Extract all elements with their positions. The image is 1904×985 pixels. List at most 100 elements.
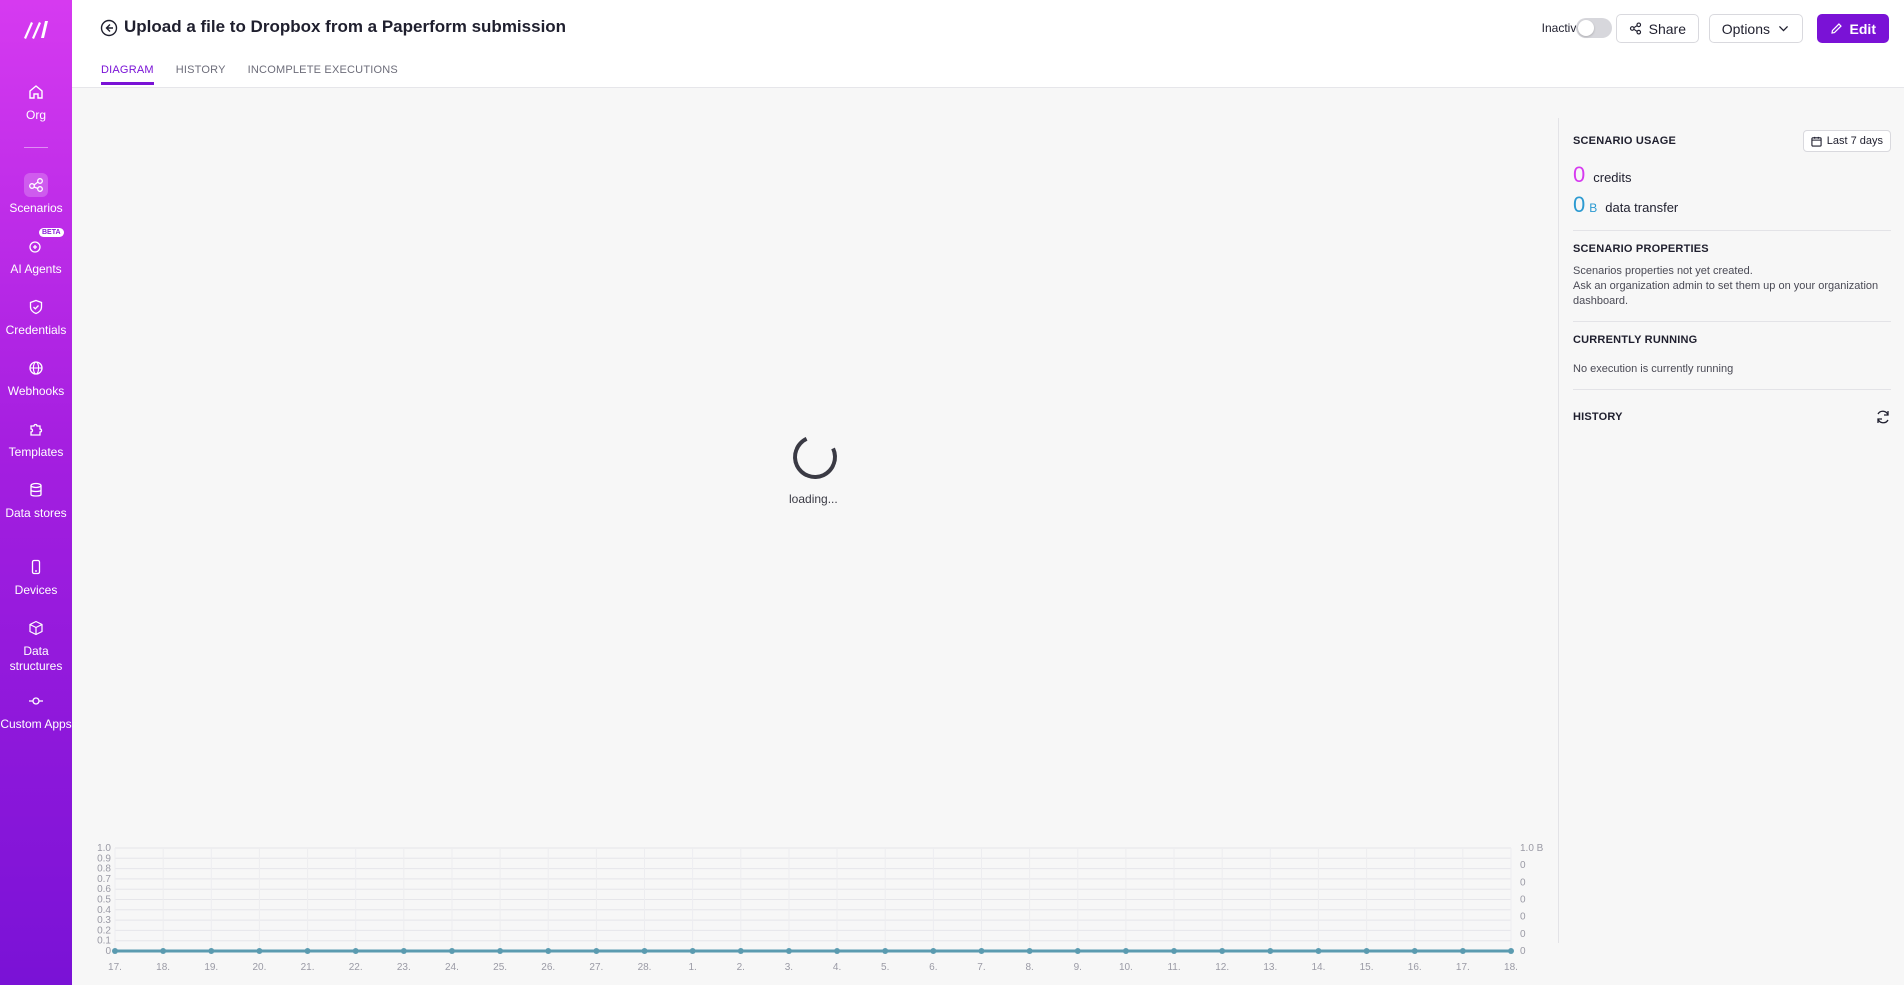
sidebar-item-data-structures[interactable]: Data structures <box>0 616 72 674</box>
sidebar-item-label: Credentials <box>5 323 67 337</box>
currently-running-title: CURRENTLY RUNNING <box>1573 334 1698 346</box>
shield-check-icon <box>24 295 48 319</box>
sidebar-item-label: Devices <box>14 583 58 597</box>
sidebar-item-ai-agents[interactable]: BETA AI Agents <box>0 228 72 277</box>
x-tick-label: 28. <box>638 962 652 973</box>
data-point <box>112 948 118 954</box>
puzzle-icon <box>24 417 48 441</box>
sidebar-item-templates[interactable]: Templates <box>0 417 72 460</box>
data-point <box>1459 948 1466 954</box>
data-point <box>1171 948 1178 954</box>
share-button[interactable]: Share <box>1615 14 1699 43</box>
x-tick-label: 14. <box>1311 962 1325 973</box>
tab-incomplete-executions[interactable]: INCOMPLETE EXECUTIONS <box>248 64 398 85</box>
scenario-properties-title: SCENARIO PROPERTIES <box>1573 243 1709 255</box>
back-arrow-icon[interactable] <box>100 19 118 37</box>
y-tick-label-right: 0 <box>1520 860 1526 871</box>
data-point <box>978 948 985 954</box>
data-point <box>1411 948 1418 954</box>
sidebar-item-label: Scenarios <box>9 201 63 215</box>
data-point <box>304 948 311 954</box>
mobile-icon <box>24 555 48 579</box>
y-tick-label-right: 0 <box>1520 946 1526 957</box>
pencil-icon <box>1830 23 1842 34</box>
refresh-icon[interactable] <box>1875 409 1891 425</box>
data-point <box>160 948 167 954</box>
sidebar-item-org[interactable]: Org <box>0 80 72 123</box>
y-tick-label-left: 0.7 <box>97 874 111 885</box>
data-point <box>737 948 744 954</box>
data-point <box>1267 948 1274 954</box>
sidebar-item-webhooks[interactable]: Webhooks <box>0 356 72 399</box>
data-point <box>208 948 215 954</box>
y-tick-label-left: 0.1 <box>97 936 111 947</box>
divider <box>1573 321 1891 322</box>
properties-line-2: Ask an organization admin to set them up… <box>1573 280 1879 307</box>
x-tick-label: 8. <box>1025 962 1033 973</box>
share-icon <box>1629 22 1641 35</box>
page-title: Upload a file to Dropbox from a Paperfor… <box>124 17 567 36</box>
date-range-button[interactable]: Last 7 days <box>1802 130 1891 152</box>
make-logo-icon[interactable] <box>22 18 50 40</box>
y-tick-label-left: 0.6 <box>97 884 111 895</box>
data-point <box>930 948 937 954</box>
sidebar-item-label: Data structures <box>9 644 63 673</box>
sidebar-item-label: Templates <box>8 445 64 459</box>
x-tick-label: 25. <box>493 962 507 973</box>
running-message: No execution is currently running <box>1573 363 1734 375</box>
data-point <box>785 948 792 954</box>
toggle-knob <box>1578 20 1594 36</box>
globe-icon <box>24 356 48 380</box>
active-toggle[interactable] <box>1576 18 1612 38</box>
y-tick-label-left: 0.9 <box>97 853 111 864</box>
x-tick-label: 22. <box>349 962 363 973</box>
sidebar-divider <box>24 147 48 148</box>
x-tick-label: 16. <box>1408 962 1422 973</box>
credits-label: credits <box>1593 170 1632 185</box>
y-tick-label-right: 0 <box>1520 877 1526 888</box>
data-point <box>1508 948 1514 954</box>
y-tick-label-left: 0.2 <box>97 925 111 936</box>
x-tick-label: 20. <box>252 962 266 973</box>
divider <box>1573 230 1891 231</box>
options-button[interactable]: Options <box>1708 14 1803 43</box>
data-point <box>352 948 359 954</box>
data-point <box>545 948 552 954</box>
data-point <box>256 948 263 954</box>
x-tick-label: 1. <box>688 962 696 973</box>
y-tick-label-right: 1.0 B <box>1520 843 1544 854</box>
calendar-icon <box>1811 136 1822 147</box>
loading-text: loading... <box>789 492 838 506</box>
x-tick-label: 15. <box>1360 962 1374 973</box>
sidebar-item-label: AI Agents <box>10 262 62 276</box>
data-point <box>1074 948 1081 954</box>
y-tick-label-right: 0 <box>1520 929 1526 940</box>
tab-history[interactable]: HISTORY <box>176 64 226 85</box>
x-tick-label: 27. <box>589 962 603 973</box>
y-tick-label-left: 0.3 <box>97 915 111 926</box>
scenario-header: Upload a file to Dropbox from a Paperfor… <box>72 0 1904 88</box>
x-tick-label: 9. <box>1074 962 1082 973</box>
transfer-label: data transfer <box>1605 200 1679 215</box>
tab-diagram[interactable]: DIAGRAM <box>101 64 154 85</box>
sidebar-item-custom-apps[interactable]: Custom Apps <box>0 689 72 732</box>
x-tick-label: 18. <box>1504 962 1518 973</box>
properties-message: Scenarios properties not yet created. As… <box>1573 264 1891 309</box>
data-point <box>834 948 841 954</box>
x-tick-label: 19. <box>204 962 218 973</box>
commit-icon <box>24 689 48 713</box>
y-tick-label-left: 1.0 <box>97 843 111 854</box>
x-tick-label: 11. <box>1167 962 1180 973</box>
sidebar-item-scenarios[interactable]: Scenarios <box>0 173 72 216</box>
x-tick-label: 26. <box>541 962 555 973</box>
sidebar-item-data-stores[interactable]: Data stores <box>0 478 72 521</box>
sidebar-item-devices[interactable]: Devices <box>0 555 72 598</box>
usage-chart: 00.10.20.30.40.50.60.70.80.91.00000001.0… <box>97 843 1544 973</box>
properties-line-1: Scenarios properties not yet created. <box>1573 265 1753 277</box>
divider <box>1573 389 1891 390</box>
data-point <box>882 948 889 954</box>
edit-button[interactable]: Edit <box>1816 14 1889 43</box>
sidebar-item-credentials[interactable]: Credentials <box>0 295 72 338</box>
database-icon <box>24 478 48 502</box>
data-point <box>1315 948 1322 954</box>
